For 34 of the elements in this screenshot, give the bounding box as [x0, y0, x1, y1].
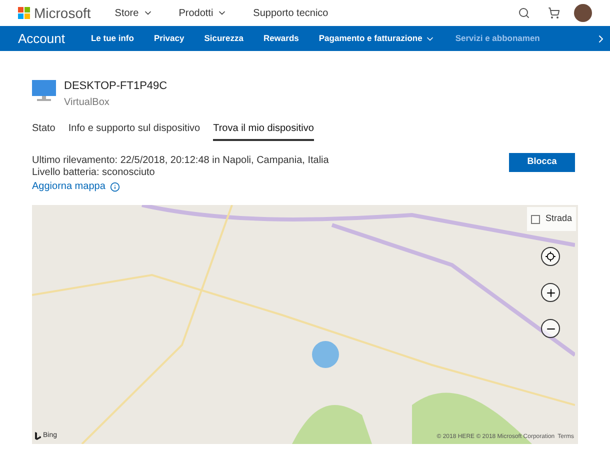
- account-nav-item[interactable]: Sicurezza: [204, 32, 244, 45]
- monitor-icon: [32, 80, 56, 102]
- map-view-button[interactable]: Strada: [527, 207, 576, 231]
- info-icon[interactable]: [110, 182, 120, 192]
- cart-icon[interactable]: [548, 7, 560, 19]
- map-layer-icon: [531, 214, 540, 224]
- tab[interactable]: Stato: [32, 120, 56, 140]
- last-seen-text: Ultimo rilevamento: 22/5/2018, 20:12:48 in Napoli, Campania, Italia: [32, 154, 329, 167]
- locate-button[interactable]: [541, 247, 560, 266]
- refresh-map-link[interactable]: Aggiorna mappa: [32, 180, 106, 193]
- nav-menu-item[interactable]: Store: [114, 6, 153, 20]
- brand-name[interactable]: Microsoft: [34, 2, 91, 24]
- plus-icon: [544, 286, 556, 298]
- device-model: VirtualBox: [64, 96, 110, 110]
- tab[interactable]: Info e supporto sul dispositivo: [68, 120, 200, 140]
- lock-button[interactable]: Blocca: [509, 152, 575, 172]
- bing-logo-icon: [35, 432, 41, 440]
- tab[interactable]: Trova il mio dispositivo: [213, 120, 314, 140]
- nav-menu-item[interactable]: Prodotti: [178, 6, 228, 20]
- zoom-out-button[interactable]: [541, 319, 560, 338]
- device-name: DESKTOP-FT1P49C: [64, 79, 168, 94]
- nav-menu-item[interactable]: Supporto tecnico: [253, 6, 328, 20]
- search-icon[interactable]: [518, 7, 530, 19]
- avatar[interactable]: [574, 4, 592, 22]
- locate-icon: [545, 251, 556, 262]
- account-nav-item[interactable]: Le tue info: [90, 32, 134, 45]
- location-marker: [312, 341, 339, 368]
- logo-icon: [18, 7, 30, 19]
- account-nav-item[interactable]: Privacy: [154, 32, 184, 45]
- account-nav-item[interactable]: Pagamento e fatturazione: [318, 32, 436, 45]
- account-title[interactable]: Account: [18, 28, 65, 48]
- account-nav-item[interactable]: Rewards: [263, 32, 299, 45]
- battery-text: Livello batteria: sconosciuto: [32, 167, 156, 180]
- zoom-in-button[interactable]: [541, 283, 560, 302]
